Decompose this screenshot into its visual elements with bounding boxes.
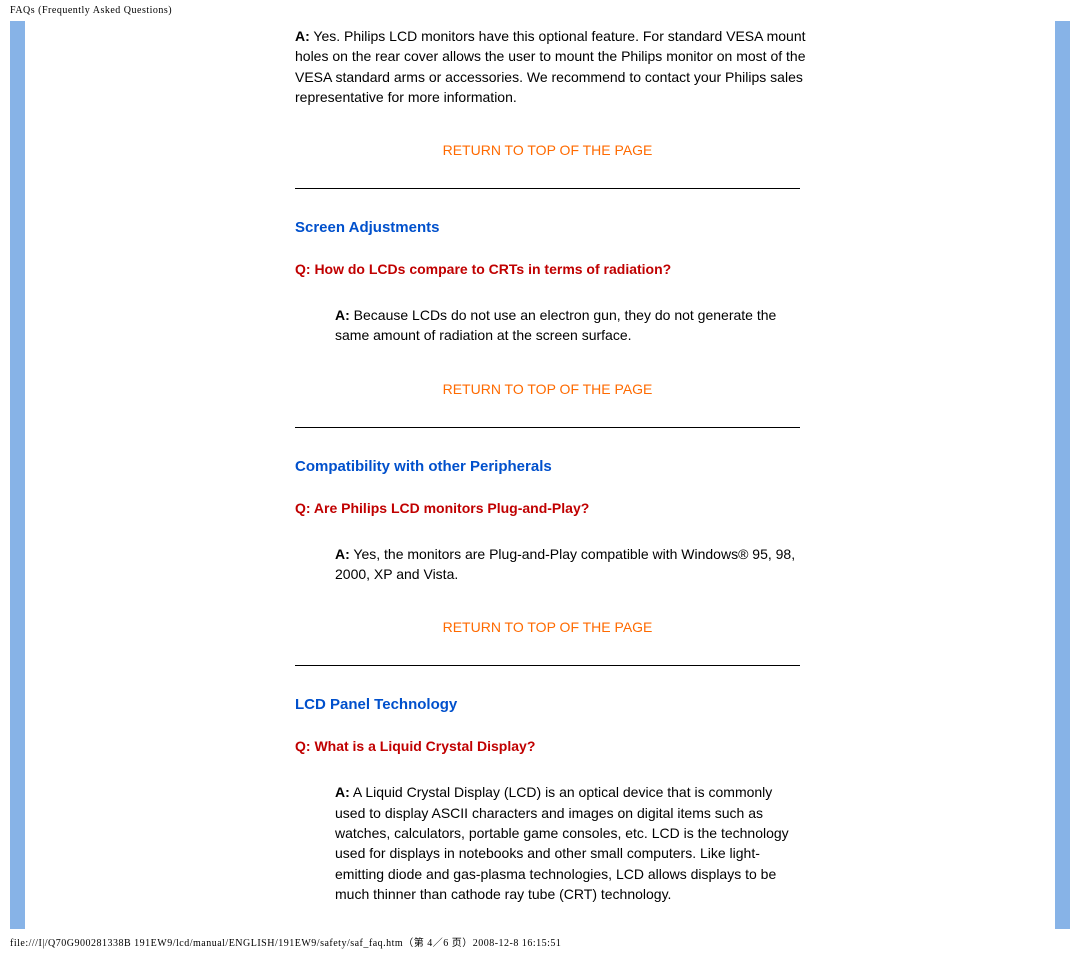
answer-prefix: A: xyxy=(335,784,350,800)
answer-text: A: Because LCDs do not use an electron g… xyxy=(335,305,800,346)
faq-question: Q: What is a Liquid Crystal Display? xyxy=(295,738,800,754)
section-heading-compatibility: Compatibility with other Peripherals xyxy=(295,458,820,475)
answer-prefix: A: xyxy=(295,28,310,44)
answer-body: A Liquid Crystal Display (LCD) is an opt… xyxy=(335,784,789,901)
right-accent-strip xyxy=(1055,21,1070,929)
return-link-text[interactable]: RETURN TO TOP OF THE PAGE xyxy=(443,381,653,397)
divider xyxy=(295,427,800,428)
section-heading-screen-adjustments: Screen Adjustments xyxy=(295,219,820,236)
faq-question: Q: Are Philips LCD monitors Plug-and-Pla… xyxy=(295,500,800,516)
return-to-top-link[interactable]: RETURN TO TOP OF THE PAGE xyxy=(255,381,840,397)
answer-text: A: Yes. Philips LCD monitors have this o… xyxy=(295,26,820,107)
section-heading-lcd-panel: LCD Panel Technology xyxy=(295,696,820,713)
divider xyxy=(295,665,800,666)
divider xyxy=(295,188,800,189)
faq-question: Q: How do LCDs compare to CRTs in terms … xyxy=(295,261,800,277)
main-content: A: Yes. Philips LCD monitors have this o… xyxy=(25,21,850,929)
answer-text: A: Yes, the monitors are Plug-and-Play c… xyxy=(335,544,800,585)
answer-body: Yes. Philips LCD monitors have this opti… xyxy=(295,28,806,105)
page-body: A: Yes. Philips LCD monitors have this o… xyxy=(10,21,1070,929)
answer-prefix: A: xyxy=(335,546,350,562)
return-link-text[interactable]: RETURN TO TOP OF THE PAGE xyxy=(443,142,653,158)
answer-body: Because LCDs do not use an electron gun,… xyxy=(335,307,776,343)
header-path: FAQs (Frequently Asked Questions) xyxy=(0,0,1080,21)
return-link-text[interactable]: RETURN TO TOP OF THE PAGE xyxy=(443,619,653,635)
answer-body: Yes, the monitors are Plug-and-Play comp… xyxy=(335,546,795,582)
left-accent-strip xyxy=(10,21,25,929)
return-to-top-link[interactable]: RETURN TO TOP OF THE PAGE xyxy=(255,619,840,635)
footer-path: file:///I|/Q70G900281338B 191EW9/lcd/man… xyxy=(0,929,1080,954)
answer-text: A: A Liquid Crystal Display (LCD) is an … xyxy=(335,782,800,904)
return-to-top-link[interactable]: RETURN TO TOP OF THE PAGE xyxy=(255,142,840,158)
answer-prefix: A: xyxy=(335,307,350,323)
